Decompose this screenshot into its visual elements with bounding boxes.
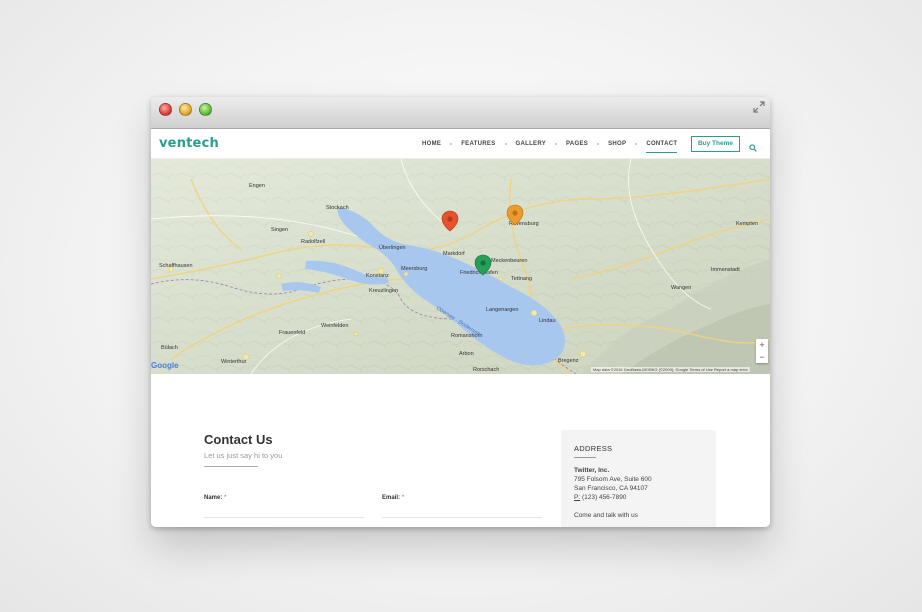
- map-label: Langenargen: [486, 307, 518, 313]
- address-tagline: Come and talk with us: [574, 512, 638, 519]
- main-nav: HOME FEATURES GALLERY PAGES SHOP CONTACT: [413, 129, 686, 159]
- map-label: Arbon: [459, 351, 474, 357]
- email-field[interactable]: [382, 517, 542, 518]
- nav-item-shop[interactable]: SHOP: [599, 141, 635, 147]
- page-subtitle: Let us just say hi to you: [204, 451, 283, 460]
- map-label: Meckenbeuren: [491, 258, 527, 264]
- map-label: Tettnang: [511, 276, 532, 282]
- map-label: Bregenz: [558, 358, 579, 364]
- map-label: Meersburg: [401, 266, 427, 272]
- name-label-text: Name:: [204, 495, 223, 501]
- expand-arrows-icon[interactable]: [752, 101, 766, 115]
- nav-item-home[interactable]: HOME: [413, 141, 450, 147]
- search-icon[interactable]: [749, 139, 757, 152]
- map-label: Weinfelden: [321, 323, 348, 329]
- name-field[interactable]: [204, 517, 364, 518]
- name-field-label: Name: *: [204, 495, 226, 501]
- map-label: Radolfzell: [301, 239, 325, 245]
- map-canvas[interactable]: Engen Singen Radolfzell Schaffhausen Kon…: [151, 159, 770, 374]
- browser-window: ventech HOME FEATURES GALLERY PAGES SHOP…: [151, 97, 770, 527]
- site-header: ventech HOME FEATURES GALLERY PAGES SHOP…: [151, 129, 770, 159]
- address-divider: [574, 457, 596, 458]
- email-field-label: Email: *: [382, 495, 404, 501]
- phone-prefix: P:: [574, 494, 581, 501]
- nav-item-features[interactable]: FEATURES: [452, 141, 504, 147]
- map-label: Wangen: [671, 285, 691, 291]
- nav-item-pages[interactable]: PAGES: [557, 141, 597, 147]
- map-label: Schaffhausen: [159, 263, 193, 269]
- map-label: Stockach: [326, 205, 349, 211]
- address-card: ADDRESS Twitter, Inc. 795 Folsom Ave, Su…: [561, 430, 716, 527]
- map-label: Überlingen: [379, 244, 406, 251]
- close-window-button[interactable]: [159, 103, 172, 116]
- email-label-text: Email:: [382, 495, 401, 501]
- map-label: Markdorf: [443, 251, 465, 257]
- map-label: Immenstadt: [711, 267, 740, 273]
- address-title: ADDRESS: [574, 444, 613, 453]
- required-marker: *: [224, 495, 227, 501]
- map-label: Lindau: [539, 318, 556, 324]
- nav-item-gallery[interactable]: GALLERY: [507, 141, 556, 147]
- required-marker: *: [401, 495, 405, 501]
- map-label: Kempten: [736, 221, 758, 227]
- map-label: Frauenfeld: [279, 330, 305, 336]
- phone-number[interactable]: (123) 456-7890: [582, 494, 626, 501]
- location-map[interactable]: Engen Singen Radolfzell Schaffhausen Kon…: [151, 159, 770, 374]
- address-city: San Francisco, CA 94107: [574, 485, 648, 492]
- contact-section: Contact Us Let us just say hi to you Nam…: [151, 374, 770, 527]
- map-zoom-control: + −: [756, 339, 768, 363]
- title-divider: [204, 466, 258, 467]
- zoom-window-button[interactable]: [199, 103, 212, 116]
- zoom-in-button[interactable]: +: [756, 339, 768, 351]
- buy-theme-button[interactable]: Buy Theme: [691, 136, 740, 152]
- map-attribution[interactable]: Map data ©2016 GeoBasis-DE/BKG (©2009), …: [591, 367, 750, 372]
- google-logo[interactable]: Google: [151, 361, 179, 370]
- map-label: Winterthur: [221, 359, 247, 365]
- map-label: Konstanz: [366, 273, 389, 279]
- map-label: Kreuzlingen: [369, 288, 398, 294]
- address-street: 795 Folsom Ave, Suite 600: [574, 476, 652, 483]
- address-company: Twitter, Inc.: [574, 467, 610, 474]
- map-label: Bülach: [161, 345, 178, 351]
- map-label: Singen: [271, 227, 288, 233]
- site-logo[interactable]: ventech: [159, 136, 219, 151]
- address-phone: P: (123) 456-7890: [574, 494, 626, 501]
- window-titlebar: [151, 97, 770, 129]
- page-title: Contact Us: [204, 432, 273, 447]
- map-label: Rorschach: [473, 367, 499, 373]
- map-label: Engen: [249, 183, 265, 189]
- zoom-out-button[interactable]: −: [756, 351, 768, 363]
- nav-item-contact[interactable]: CONTACT: [637, 141, 686, 153]
- minimize-window-button[interactable]: [179, 103, 192, 116]
